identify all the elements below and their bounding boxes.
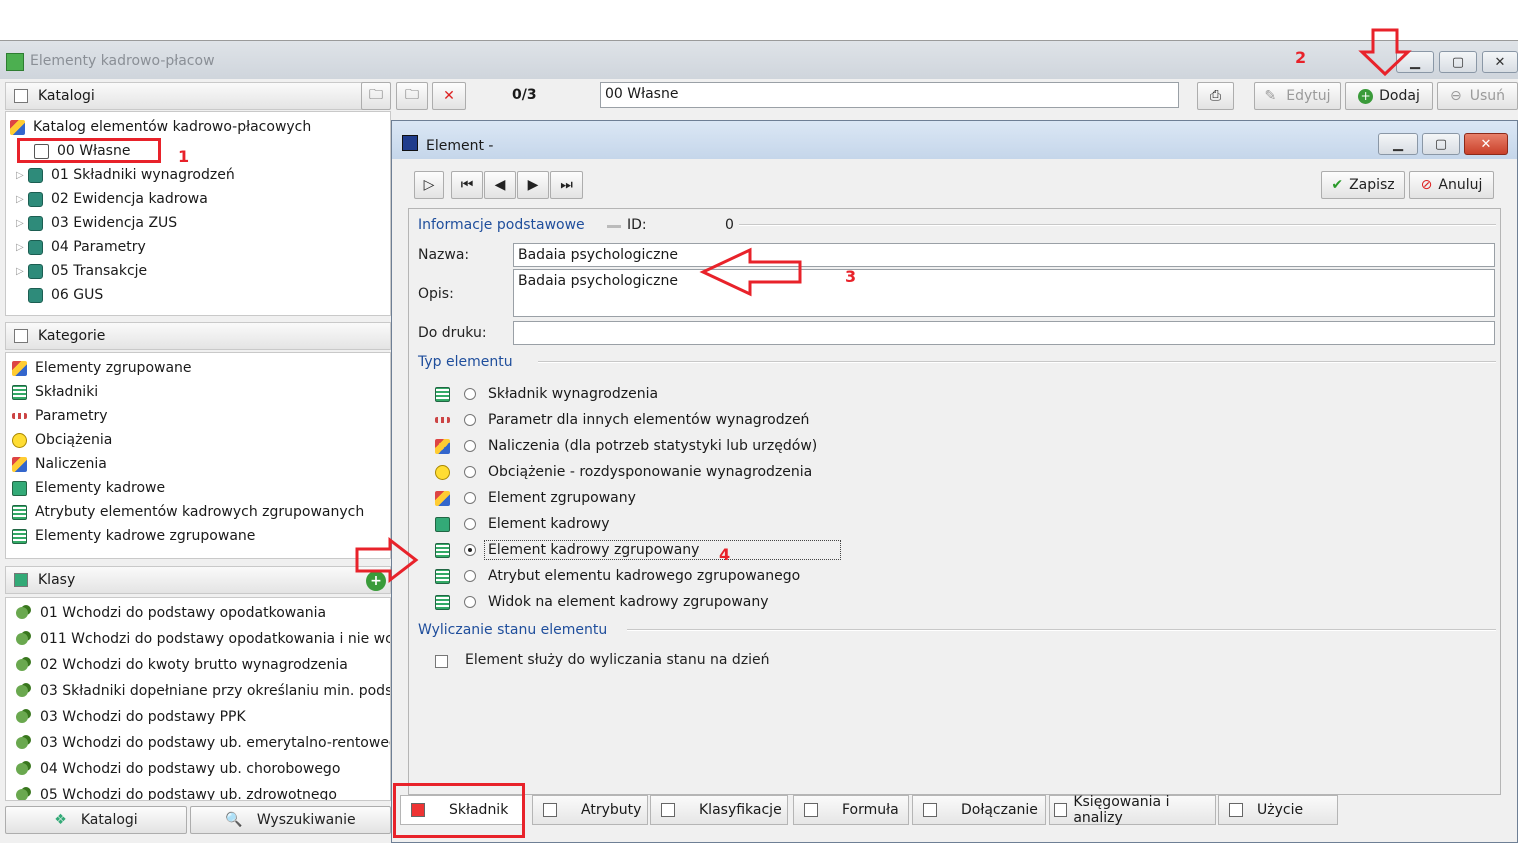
arrow-left-icon — [699, 247, 802, 297]
arrow-down-icon — [1358, 28, 1412, 77]
arrow-right-icon — [355, 536, 419, 584]
annotation-arrows — [355, 28, 1412, 584]
